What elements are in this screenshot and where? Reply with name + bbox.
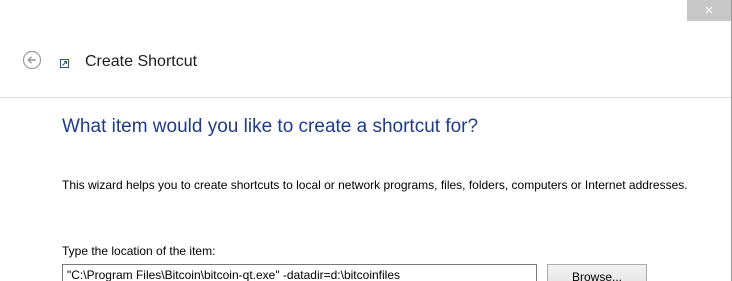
back-arrow-icon[interactable] xyxy=(22,50,42,70)
window-title: Create Shortcut xyxy=(85,53,198,70)
title-bar: × xyxy=(0,0,731,33)
wizard-content: What item would you like to create a sho… xyxy=(0,98,731,281)
page-heading: What item would you like to create a sho… xyxy=(62,116,479,137)
wizard-description: This wizard helps you to create shortcut… xyxy=(62,178,688,192)
browse-button[interactable]: Browse... xyxy=(547,264,647,281)
shortcut-icon xyxy=(60,59,69,68)
location-label: Type the location of the item: xyxy=(62,244,216,258)
wizard-header: Create Shortcut xyxy=(0,33,731,98)
close-button[interactable]: × xyxy=(687,0,731,21)
create-shortcut-window: × Create Shortcut What item would you li… xyxy=(0,0,732,281)
location-input[interactable] xyxy=(62,264,537,281)
close-icon: × xyxy=(704,2,714,19)
